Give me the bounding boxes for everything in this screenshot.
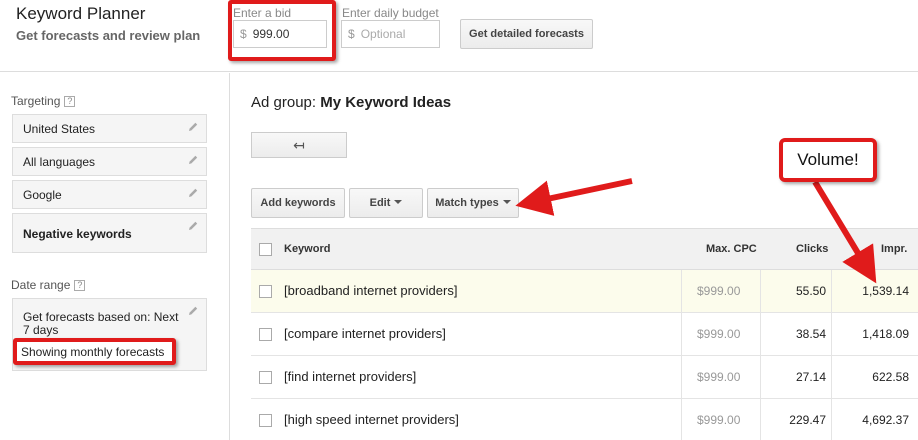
edit-button[interactable]: Edit [349, 188, 423, 218]
table-row[interactable]: [find internet providers] $999.00 27.14 … [251, 356, 918, 399]
table-row[interactable]: [high speed internet providers] $999.00 … [251, 399, 918, 440]
header: Keyword Planner Get forecasts and review… [0, 0, 918, 72]
match-types-button[interactable]: Match types [427, 188, 519, 218]
row-max-cpc[interactable]: $999.00 [697, 413, 740, 427]
target-location-label: United States [23, 122, 96, 136]
targeting-help-icon[interactable]: ? [64, 96, 76, 107]
app-title: Keyword Planner [16, 4, 146, 23]
sidebar: Targeting? United States All languages G… [0, 73, 230, 440]
get-detailed-forecasts-button[interactable]: Get detailed forecasts [460, 19, 593, 49]
row-clicks: 55.50 [795, 284, 826, 298]
target-network-label: Google [23, 188, 62, 202]
back-arrow-icon: ↤ [293, 137, 305, 153]
budget-placeholder: Optional [360, 27, 406, 41]
row-impr: 1,539.14 [862, 284, 909, 298]
row-max-cpc[interactable]: $999.00 [697, 370, 740, 384]
row-keyword: [compare internet providers] [284, 326, 446, 341]
app-subtitle: Get forecasts and review plan [16, 28, 201, 43]
row-checkbox[interactable] [259, 371, 272, 384]
row-checkbox[interactable] [259, 285, 272, 298]
ad-group-prefix: Ad group: [251, 94, 321, 111]
row-clicks: 38.54 [795, 327, 826, 341]
table-row[interactable]: [broadband internet providers] $999.00 5… [251, 270, 918, 313]
date-range-help-icon[interactable]: ? [74, 280, 86, 291]
negative-keywords-label: Negative keywords [23, 227, 132, 241]
target-language-label: All languages [23, 155, 96, 169]
column-impr[interactable]: Impr. [881, 243, 907, 255]
match-types-label: Match types [435, 197, 499, 209]
targeting-heading: Targeting? [11, 94, 76, 108]
edit-dropdown-icon [394, 200, 403, 204]
monthly-forecasts-note: Showing monthly forecasts [13, 338, 176, 365]
date-range-label: Date range [11, 278, 71, 292]
add-keywords-button[interactable]: Add keywords [251, 188, 345, 218]
row-impr: 1,418.09 [862, 327, 909, 341]
row-impr: 4,692.37 [862, 413, 909, 427]
match-types-arrow [515, 178, 633, 216]
row-impr: 622.58 [872, 370, 909, 384]
bid-input[interactable]: $999.00 [233, 20, 327, 48]
target-language[interactable]: All languages [12, 147, 207, 176]
ad-group-title: Ad group: My Keyword Ideas [251, 94, 451, 111]
budget-label: Enter daily budget [342, 6, 439, 20]
pencil-icon[interactable] [187, 154, 199, 166]
row-max-cpc[interactable]: $999.00 [697, 327, 740, 341]
bid-value: 999.00 [252, 27, 290, 41]
ad-group-name: My Keyword Ideas [320, 94, 452, 111]
monthly-forecasts-text: Showing monthly forecasts [21, 345, 165, 359]
targeting-label: Targeting [11, 94, 61, 108]
row-keyword: [broadband internet providers] [284, 283, 458, 298]
column-max-cpc[interactable]: Max. CPC [706, 243, 757, 255]
target-location[interactable]: United States [12, 114, 207, 143]
volume-callout: Volume! [779, 138, 877, 182]
select-all-checkbox[interactable] [259, 243, 272, 256]
table-header: Keyword Max. CPC Clicks Impr. [251, 228, 918, 270]
bid-label: Enter a bid [233, 6, 292, 20]
column-clicks[interactable]: Clicks [796, 243, 828, 255]
budget-currency: $ [348, 27, 355, 41]
row-keyword: [find internet providers] [284, 369, 417, 384]
budget-input[interactable]: $ Optional [341, 20, 440, 48]
row-checkbox[interactable] [259, 414, 272, 427]
row-max-cpc[interactable]: $999.00 [697, 284, 740, 298]
match-types-dropdown-icon [502, 200, 511, 204]
pencil-icon[interactable] [187, 305, 199, 317]
date-range-heading: Date range? [11, 278, 86, 292]
date-range-text: Get forecasts based on: Next 7 days [23, 310, 179, 337]
row-clicks: 229.47 [789, 413, 826, 427]
bid-currency: $ [240, 27, 247, 41]
pencil-icon[interactable] [187, 187, 199, 199]
row-checkbox[interactable] [259, 328, 272, 341]
row-clicks: 27.14 [795, 370, 826, 384]
row-keyword: [high speed internet providers] [284, 412, 459, 427]
target-negative-keywords[interactable]: Negative keywords [12, 213, 207, 253]
table-row[interactable]: [compare internet providers] $999.00 38.… [251, 313, 918, 356]
column-keyword[interactable]: Keyword [284, 243, 330, 255]
target-network[interactable]: Google [12, 180, 207, 209]
pencil-icon[interactable] [187, 220, 199, 232]
back-button[interactable]: ↤ [251, 132, 347, 158]
edit-label: Edit [369, 197, 391, 209]
pencil-icon[interactable] [187, 121, 199, 133]
